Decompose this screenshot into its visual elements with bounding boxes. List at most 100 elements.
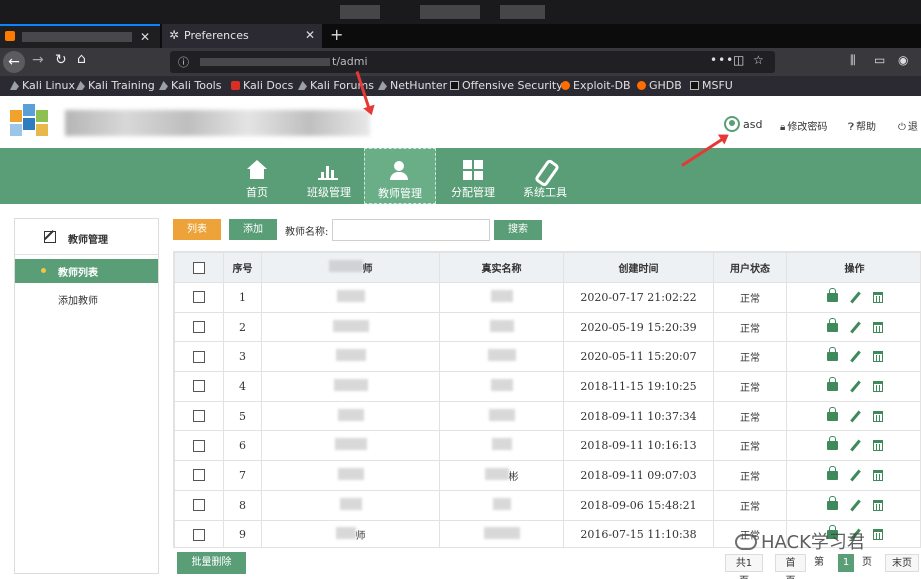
row-checkbox[interactable] — [193, 469, 205, 482]
lock-icon[interactable] — [826, 406, 838, 421]
row-checkbox[interactable] — [193, 499, 205, 512]
bookmark-offensive-security[interactable]: Offensive Security — [450, 79, 563, 92]
logout-link[interactable]: ⏻ 退 — [898, 118, 918, 133]
trash-icon[interactable] — [872, 321, 883, 333]
row-checkbox[interactable] — [193, 321, 205, 334]
user-profile-link[interactable]: asd — [724, 116, 762, 132]
sidebar-toggle-icon[interactable]: ▭ — [874, 53, 885, 67]
pencil-icon[interactable] — [849, 291, 861, 304]
bookmark-kali-tools[interactable]: Kali Tools — [159, 79, 221, 92]
row-select-cell[interactable] — [174, 371, 224, 402]
table-row[interactable]: 2 2020-05-19 15:20:39 正常 — [174, 311, 920, 343]
table-row[interactable]: 7 彬 2018-09-11 09:07:03 正常 — [174, 460, 920, 491]
table-row[interactable]: 4 2018-11-15 19:10:25 正常 — [174, 371, 920, 402]
list-button[interactable]: 列表 — [173, 219, 221, 240]
table-row[interactable]: 5 2018-09-11 10:37:34 正常 — [174, 400, 920, 432]
home-button[interactable]: ⌂ — [77, 51, 86, 67]
new-tab-button[interactable]: + — [330, 25, 343, 44]
forward-button[interactable]: → — [32, 52, 44, 68]
select-all-checkbox[interactable] — [193, 261, 205, 274]
select-all-header[interactable] — [174, 252, 224, 283]
lock-icon[interactable] — [826, 287, 838, 302]
row-select-cell[interactable] — [174, 430, 224, 462]
info-icon[interactable]: ⓘ — [178, 54, 189, 70]
lock-icon[interactable] — [826, 436, 838, 451]
page-actions-icon[interactable]: ••• — [710, 53, 734, 67]
batch-delete-button[interactable]: 批量删除 — [177, 552, 246, 574]
trash-icon[interactable] — [872, 291, 883, 303]
row-select-cell[interactable] — [174, 311, 224, 343]
extension-icon[interactable]: ◉ — [898, 53, 908, 67]
back-button[interactable]: ← — [3, 51, 25, 73]
library-icon[interactable]: ⫼ — [850, 53, 856, 68]
close-tab-icon[interactable]: ✕ — [140, 30, 150, 44]
pencil-icon[interactable] — [849, 499, 861, 512]
row-checkbox[interactable] — [193, 291, 205, 304]
row-checkbox[interactable] — [193, 439, 205, 452]
trash-icon[interactable] — [872, 469, 883, 481]
nav-system-tools[interactable]: 系统工具 — [514, 148, 576, 204]
nav-class-management[interactable]: 班级管理 — [298, 148, 360, 204]
row-select-cell[interactable] — [174, 282, 224, 313]
nav-home[interactable]: 首页 — [232, 148, 282, 204]
pencil-icon[interactable] — [849, 321, 861, 333]
table-row[interactable]: 3 2020-05-11 15:20:07 正常 — [174, 341, 920, 373]
trash-icon[interactable] — [872, 499, 883, 511]
trash-icon[interactable] — [872, 351, 883, 363]
nav-assignment-management[interactable]: 分配管理 — [442, 148, 504, 204]
last-page-button[interactable]: 末页 — [885, 554, 919, 572]
row-select-cell[interactable] — [174, 519, 224, 547]
row-select-cell[interactable] — [174, 341, 224, 373]
table-row[interactable]: 8 2018-09-06 15:48:21 正常 — [174, 489, 920, 521]
trash-icon[interactable] — [872, 380, 883, 392]
pencil-icon[interactable] — [849, 469, 861, 482]
bookmark-exploit-db[interactable]: Exploit-DB — [561, 79, 631, 92]
row-checkbox[interactable] — [193, 528, 205, 541]
sidebar-item-teacher-list[interactable]: 教师列表 — [15, 259, 158, 283]
row-select-cell[interactable] — [174, 400, 224, 432]
pocket-icon[interactable]: ◫ — [733, 53, 744, 67]
url-bar[interactable]: ⓘ t/admi ••• ◫ ☆ — [170, 51, 775, 73]
add-button[interactable]: 添加 — [229, 219, 277, 240]
row-checkbox[interactable] — [193, 350, 205, 363]
close-tab-icon[interactable]: ✕ — [305, 28, 315, 42]
bookmark-kali-linux[interactable]: Kali Linux — [10, 79, 75, 92]
browser-tab-site[interactable]: ✕ — [0, 24, 160, 48]
change-password-link[interactable]: 🔒︎ 修改密码 — [780, 118, 827, 133]
row-select-cell[interactable] — [174, 489, 224, 521]
bookmark-ghdb[interactable]: GHDB — [637, 79, 682, 92]
bookmark-kali-training[interactable]: Kali Training — [76, 79, 155, 92]
table-row[interactable]: 1 2020-07-17 21:02:22 正常 — [174, 282, 920, 313]
trash-icon[interactable] — [872, 440, 883, 452]
row-select-cell[interactable] — [174, 460, 224, 491]
lock-icon[interactable] — [826, 347, 838, 362]
table-row[interactable]: 6 2018-09-11 10:16:13 正常 — [174, 430, 920, 462]
trash-icon[interactable] — [872, 410, 883, 422]
url-text: t/admi — [332, 55, 368, 68]
pencil-icon[interactable] — [849, 410, 861, 423]
lock-icon[interactable] — [826, 317, 838, 332]
trash-icon[interactable] — [872, 529, 883, 541]
pencil-icon[interactable] — [849, 439, 861, 452]
nav-teacher-management[interactable]: 教师管理 — [364, 148, 436, 204]
first-page-button[interactable]: 首页 — [775, 554, 806, 579]
lock-icon[interactable] — [826, 465, 838, 480]
pencil-icon[interactable] — [849, 350, 861, 363]
actions-cell — [786, 341, 920, 373]
reload-button[interactable]: ↻ — [55, 52, 67, 68]
search-button[interactable]: 搜索 — [494, 220, 542, 240]
teacher-name-input[interactable] — [332, 219, 490, 241]
row-checkbox[interactable] — [193, 410, 205, 423]
current-page[interactable]: 1 — [838, 554, 854, 572]
bookmark-kali-docs[interactable]: Kali Docs — [231, 79, 293, 92]
browser-tab-preferences[interactable]: ✲ Preferences ✕ — [162, 24, 322, 48]
bookmark-star-icon[interactable]: ☆ — [753, 53, 764, 67]
lock-icon[interactable] — [826, 495, 838, 510]
row-checkbox[interactable] — [193, 380, 205, 393]
pencil-icon[interactable] — [849, 380, 861, 393]
help-link[interactable]: ❓︎ 帮助 — [848, 118, 876, 133]
bookmark-nethunter[interactable]: NetHunter — [378, 79, 447, 92]
sidebar-item-add-teacher[interactable]: 添加教师 — [58, 292, 98, 307]
bookmark-msfu[interactable]: MSFU — [690, 79, 733, 92]
lock-icon[interactable] — [826, 376, 838, 391]
